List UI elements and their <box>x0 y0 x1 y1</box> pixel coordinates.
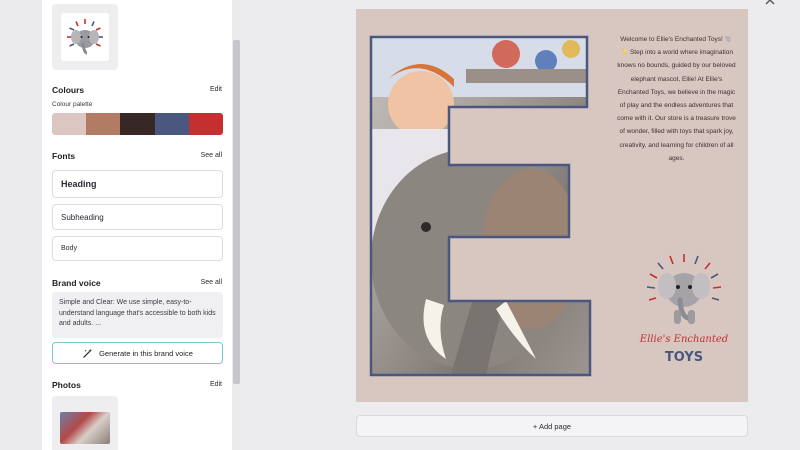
brand-kit-panel: Colours Edit Colour palette Fonts See al… <box>42 0 232 450</box>
font-body-label: Body <box>61 245 77 252</box>
ellies-enchanted-toys-logo[interactable]: Ellie's Enchanted TOYS <box>636 250 732 370</box>
photo-thumbnail[interactable] <box>52 396 118 450</box>
magic-wand-icon <box>83 348 93 358</box>
page-intro-text[interactable]: Welcome to Ellie's Enchanted Toys! 🐘✨ St… <box>617 33 736 165</box>
brand-voice-description: Simple and Clear: We use simple, easy-to… <box>52 292 223 338</box>
colours-title: Colours <box>52 85 85 95</box>
swatch[interactable] <box>52 113 87 135</box>
font-heading-option[interactable]: Heading <box>52 170 223 198</box>
colours-edit-link[interactable]: Edit <box>210 86 222 93</box>
font-subheading-label: Subheading <box>61 212 104 222</box>
colour-palette <box>52 113 223 135</box>
swatch[interactable] <box>120 113 155 135</box>
colour-palette-label: Colour palette <box>52 101 93 108</box>
font-body-option[interactable]: Body <box>52 236 223 261</box>
brand-voice-see-all-link[interactable]: See all <box>201 279 222 286</box>
photo-thumbnail-image <box>60 412 110 444</box>
generate-brand-voice-button[interactable]: Generate in this brand voice <box>52 342 223 364</box>
swatch[interactable] <box>154 113 189 135</box>
font-subheading-option[interactable]: Subheading <box>52 204 223 230</box>
photos-edit-link[interactable]: Edit <box>210 381 222 388</box>
brand-logo-thumbnail-inner <box>61 13 109 61</box>
left-gutter <box>0 0 42 450</box>
add-page-label: + Add page <box>532 421 572 431</box>
fonts-see-all-link[interactable]: See all <box>201 152 222 159</box>
logo-toys-text: TOYS <box>665 350 703 365</box>
swatch[interactable] <box>86 113 121 135</box>
brand-logo-thumbnail[interactable] <box>52 4 118 70</box>
fonts-title: Fonts <box>52 151 76 161</box>
add-page-button[interactable]: + Add page <box>356 415 748 437</box>
logo-script-text: Ellie's Enchanted <box>639 334 728 345</box>
brand-voice-title: Brand voice <box>52 278 101 288</box>
font-heading-label: Heading <box>61 179 97 189</box>
panel-scrollbar[interactable] <box>232 0 241 450</box>
swatch[interactable] <box>188 113 223 135</box>
panel-scroll-thumb[interactable] <box>233 40 240 384</box>
generate-brand-voice-label: Generate in this brand voice <box>99 348 193 358</box>
photos-title: Photos <box>52 380 81 390</box>
elephant-logo-icon <box>67 19 103 55</box>
close-icon[interactable] <box>764 0 776 6</box>
